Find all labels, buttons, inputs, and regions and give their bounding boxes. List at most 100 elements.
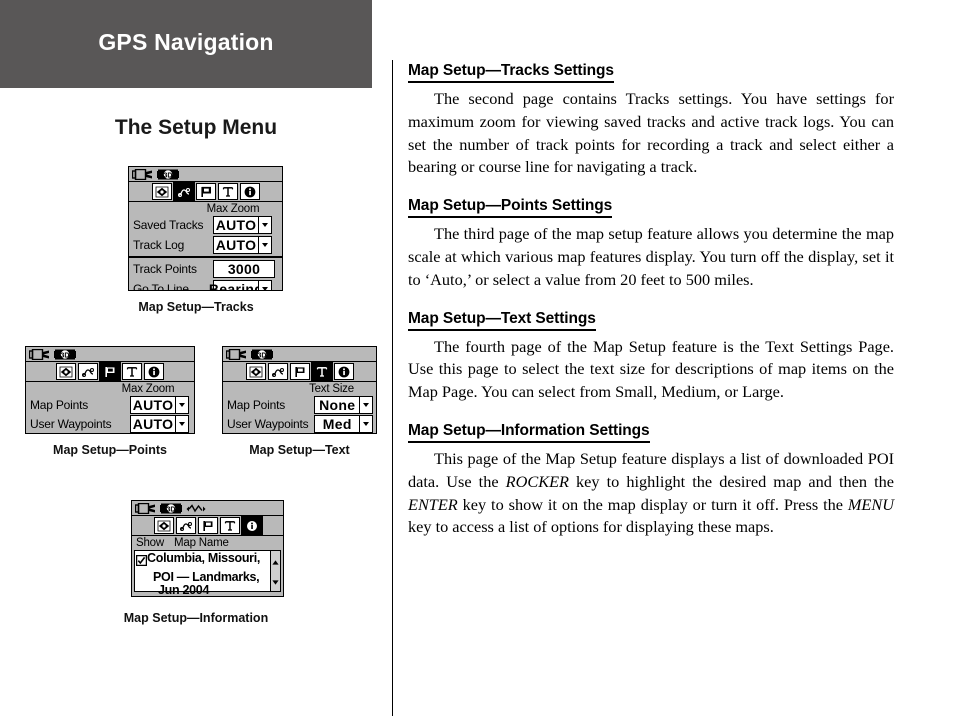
setting-row[interactable]: Map Points None bbox=[223, 395, 376, 414]
satellite-3d-icon: 3D bbox=[160, 503, 182, 514]
setting-value[interactable]: Bearing bbox=[209, 279, 263, 290]
setting-label: Track Points bbox=[133, 261, 197, 276]
map-tab-icon[interactable] bbox=[151, 183, 172, 200]
text-tab-icon[interactable] bbox=[219, 517, 240, 534]
settings-body: Text Size Map Points None User Waypoints… bbox=[223, 382, 376, 433]
article-body: The third page of the map setup feature … bbox=[408, 224, 894, 289]
key-name: ROCKER bbox=[505, 471, 569, 491]
svg-text:3D: 3D bbox=[61, 352, 70, 359]
points-tab-icon[interactable] bbox=[197, 517, 218, 534]
text-tab-icon[interactable] bbox=[217, 183, 238, 200]
tracks-tab-icon[interactable] bbox=[175, 517, 196, 534]
caption-tracks: Map Setup—Tracks bbox=[138, 300, 254, 314]
column-header-textsize: Text Size bbox=[309, 383, 354, 395]
setting-label: User Waypoints bbox=[30, 416, 112, 431]
tab-bar[interactable] bbox=[132, 516, 283, 536]
column-header-maxzoom: Max Zoom bbox=[206, 203, 260, 215]
setting-row[interactable]: Saved Tracks AUTO bbox=[129, 215, 282, 235]
map-tab-icon[interactable] bbox=[153, 517, 174, 534]
article-tracks: Map Setup—Tracks Settings The second pag… bbox=[408, 62, 894, 179]
map-tab-icon[interactable] bbox=[245, 363, 266, 380]
key-name: MENU bbox=[847, 494, 894, 514]
page-title: GPS Navigation bbox=[98, 29, 274, 55]
satellite-3d-icon: 3D bbox=[251, 349, 273, 360]
scroll-up-arrow-icon[interactable] bbox=[272, 552, 279, 570]
setting-label: Track Log bbox=[133, 238, 185, 252]
list-item-line-3: Jun 2004 bbox=[158, 583, 210, 597]
scrollbar[interactable] bbox=[270, 551, 280, 591]
information-tab-icon[interactable] bbox=[239, 183, 260, 200]
gps-screen-points[interactable]: 3D Max Zoom Map Points AUTO User Waypoin… bbox=[25, 346, 195, 434]
column-divider bbox=[392, 60, 393, 716]
spinner-button[interactable] bbox=[360, 395, 373, 414]
left-column: The Setup Menu 3D Max Zoom Saved Tracks … bbox=[0, 88, 392, 716]
setting-value[interactable]: AUTO bbox=[213, 236, 259, 254]
spinner-button[interactable] bbox=[259, 236, 272, 254]
list-header-show: Show bbox=[136, 537, 164, 549]
points-tab-icon[interactable] bbox=[289, 363, 310, 380]
tab-bar[interactable] bbox=[26, 362, 194, 382]
setting-label: Map Points bbox=[227, 397, 286, 412]
tracks-tab-icon[interactable] bbox=[78, 363, 98, 380]
gps-screen-tracks[interactable]: 3D Max Zoom Saved Tracks AUTO Track Log … bbox=[128, 166, 283, 291]
setting-value[interactable]: AUTO bbox=[130, 414, 176, 433]
setting-row[interactable]: Track Points 3000 bbox=[129, 259, 282, 279]
text-tab-icon[interactable] bbox=[310, 362, 333, 381]
key-name: ENTER bbox=[408, 494, 458, 514]
setting-label: User Waypoints bbox=[227, 416, 309, 431]
gps-screen-information[interactable]: 3D Show Map Name Columbia, Missouri, POI… bbox=[131, 500, 284, 597]
map-tab-icon[interactable] bbox=[56, 363, 76, 380]
section-title: The Setup Menu bbox=[114, 116, 278, 139]
checkbox-checked-icon[interactable] bbox=[135, 553, 148, 571]
spinner-button[interactable] bbox=[176, 414, 189, 433]
article-body: This page of the Map Setup feature displ… bbox=[408, 448, 895, 537]
status-bar: 3D bbox=[129, 167, 282, 182]
satellite-3d-icon: 3D bbox=[54, 349, 76, 360]
setting-row[interactable]: Go To Line Bearing bbox=[129, 279, 282, 291]
setting-value[interactable]: None bbox=[314, 395, 361, 414]
points-tab-icon[interactable] bbox=[99, 362, 121, 381]
tracks-tab-icon[interactable] bbox=[172, 182, 195, 201]
tab-bar[interactable] bbox=[129, 182, 282, 202]
setting-value[interactable]: AUTO bbox=[213, 216, 259, 234]
setting-value[interactable]: AUTO bbox=[130, 395, 176, 414]
battery-icon bbox=[29, 348, 50, 360]
article-heading: Map Setup—Tracks Settings bbox=[408, 62, 614, 83]
information-tab-icon[interactable] bbox=[240, 516, 263, 535]
information-tab-icon[interactable] bbox=[333, 363, 354, 380]
points-tab-icon[interactable] bbox=[195, 183, 216, 200]
setting-row[interactable]: Map Points AUTO bbox=[26, 395, 194, 414]
spinner-button[interactable] bbox=[360, 414, 373, 433]
setting-row[interactable]: User Waypoints Med bbox=[223, 414, 376, 433]
article-body: The second page contains Tracks settings… bbox=[408, 89, 894, 177]
tab-bar[interactable] bbox=[223, 362, 376, 382]
svg-text:3D: 3D bbox=[167, 506, 176, 513]
spinner-button[interactable] bbox=[259, 279, 272, 290]
setting-label: Map Points bbox=[30, 397, 89, 412]
text-tab-icon[interactable] bbox=[122, 363, 142, 380]
article-body: The fourth page of the Map Setup feature… bbox=[408, 336, 894, 402]
caption-text: Map Setup—Text bbox=[249, 443, 350, 457]
article-points: Map Setup—Points Settings The third page… bbox=[408, 197, 894, 291]
header-band: GPS Navigation bbox=[0, 0, 372, 88]
list-item[interactable]: Columbia, Missouri, POI — Landmarks, Jun… bbox=[135, 551, 270, 596]
list-header-mapname: Map Name bbox=[174, 537, 229, 549]
page-root: GPS Navigation The Setup Menu 3D Max Zoo… bbox=[0, 0, 954, 716]
setting-value[interactable]: Med bbox=[314, 414, 361, 433]
information-tab-icon[interactable] bbox=[144, 363, 164, 380]
map-list-panel[interactable]: Columbia, Missouri, POI — Landmarks, Jun… bbox=[134, 550, 281, 596]
article-heading: Map Setup—Points Settings bbox=[408, 197, 612, 219]
battery-icon bbox=[132, 168, 153, 180]
gps-screen-text[interactable]: 3D Text Size Map Points None User Waypoi… bbox=[222, 346, 377, 434]
battery-icon bbox=[226, 348, 247, 360]
setting-row[interactable]: Track Log AUTO bbox=[129, 235, 282, 255]
status-bar: 3D bbox=[132, 501, 283, 516]
setting-value[interactable]: 3000 bbox=[213, 259, 275, 278]
scroll-down-arrow-icon[interactable] bbox=[272, 572, 279, 590]
setting-label: Go To Line bbox=[133, 281, 189, 291]
spinner-button[interactable] bbox=[176, 395, 189, 414]
status-bar: 3D bbox=[223, 347, 376, 362]
spinner-button[interactable] bbox=[259, 216, 272, 234]
setting-row[interactable]: User Waypoints AUTO bbox=[26, 414, 194, 433]
tracks-tab-icon[interactable] bbox=[267, 363, 288, 380]
